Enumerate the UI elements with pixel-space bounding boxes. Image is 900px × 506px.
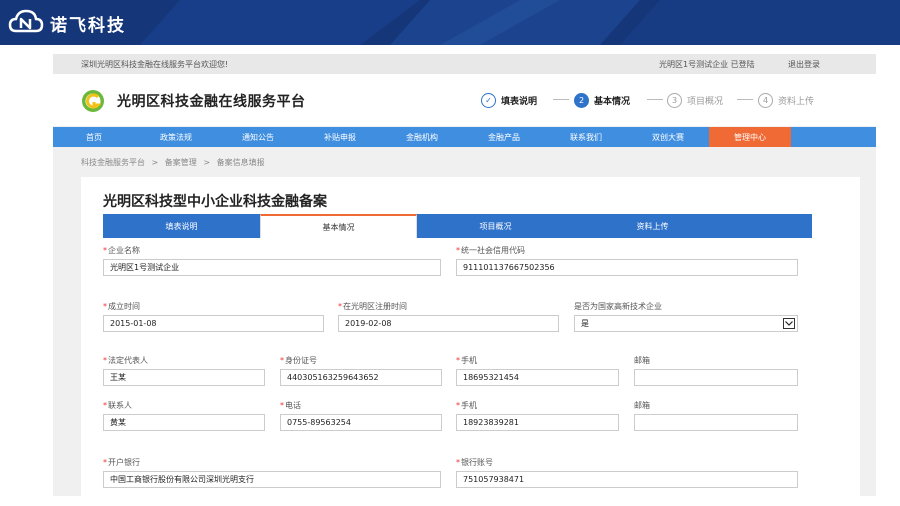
legal-rep-input[interactable]: 王某 — [103, 369, 265, 386]
breadcrumb: 科技金融服务平台 > 备案管理 > 备案信息填报 — [81, 157, 269, 168]
brand-banner: 诺飞科技 — [0, 0, 900, 45]
breadcrumb-separator: > — [151, 158, 159, 167]
bank-input[interactable]: 中国工商银行股份有限公司深圳光明支行 — [103, 471, 441, 488]
brand-name: 诺飞科技 — [50, 16, 126, 36]
hightech-select[interactable]: 是 — [574, 315, 798, 332]
credit-code-input[interactable]: 911101137667502356 — [456, 259, 798, 276]
legal-phone-label: 手机 — [461, 356, 477, 365]
tab-project-overview[interactable]: 项目概况 — [417, 214, 574, 238]
step-number: 2 — [574, 92, 589, 108]
cloud-logo-icon — [8, 9, 44, 33]
tel-label: 电话 — [285, 401, 301, 410]
step-instructions: ✓ 填表说明 — [481, 92, 537, 108]
nav-notices[interactable]: 通知公告 — [217, 127, 299, 147]
id-number-input[interactable]: 440305163259643652 — [280, 369, 442, 386]
step-basic-info: 2 基本情况 — [574, 92, 630, 108]
nav-institutions[interactable]: 金融机构 — [381, 127, 463, 147]
step-connector — [553, 99, 569, 100]
form-tabs: 填表说明 基本情况 项目概况 资料上传 — [103, 214, 812, 238]
site-logo-icon[interactable] — [81, 89, 105, 113]
nav-subsidy[interactable]: 补贴申报 — [299, 127, 381, 147]
breadcrumb-filing[interactable]: 备案管理 — [165, 158, 197, 167]
step-number: 3 — [667, 92, 682, 108]
legal-rep-label: 法定代表人 — [108, 356, 148, 365]
tel-input[interactable]: 0755-89563254 — [280, 414, 442, 431]
contact-label: 联系人 — [108, 401, 132, 410]
contact-phone-input[interactable]: 18923839281 — [456, 414, 619, 431]
company-name-input[interactable]: 光明区1号测试企业 — [103, 259, 441, 276]
contact-input[interactable]: 黄某 — [103, 414, 265, 431]
hightech-label: 是否为国家高新技术企业 — [574, 302, 662, 311]
breadcrumb-current: 备案信息填报 — [216, 158, 265, 167]
step-label: 资料上传 — [778, 96, 815, 107]
tab-upload[interactable]: 资料上传 — [574, 214, 731, 238]
nav-contest[interactable]: 双创大赛 — [627, 127, 709, 147]
hightech-value: 是 — [581, 319, 589, 328]
step-number: 4 — [758, 92, 773, 108]
step-label: 项目概况 — [687, 96, 724, 107]
site-title: 光明区科技金融在线服务平台 — [117, 94, 306, 110]
legal-phone-input[interactable]: 18695321454 — [456, 369, 619, 386]
user-status: 光明区1号测试企业 已登陆 — [659, 60, 755, 69]
founded-date-input[interactable]: 2015-01-08 — [103, 315, 324, 332]
chevron-down-icon[interactable] — [783, 318, 795, 329]
form-title: 光明区科技型中小企业科技金融备案 — [103, 194, 327, 210]
bank-label: 开户银行 — [108, 458, 140, 467]
logout-link[interactable]: 退出登录 — [788, 59, 820, 70]
breadcrumb-platform[interactable]: 科技金融服务平台 — [81, 158, 145, 167]
site-header: 光明区科技金融在线服务平台 ✓ 填表说明 2 基本情况 3 项目概况 4 资料上… — [53, 74, 876, 126]
welcome-text: 深圳光明区科技金融在线服务平台欢迎您! — [81, 60, 229, 69]
welcome-bar: 深圳光明区科技金融在线服务平台欢迎您! 光明区1号测试企业 已登陆 退出登录 — [53, 54, 876, 74]
contact-email-input[interactable] — [634, 414, 798, 431]
banner-decoration — [140, 0, 900, 45]
nav-contact[interactable]: 联系我们 — [545, 127, 627, 147]
main-nav: 首页 政策法规 通知公告 补贴申报 金融机构 金融产品 联系我们 双创大赛 管理… — [53, 127, 876, 147]
account-label: 银行账号 — [461, 458, 493, 467]
legal-email-input[interactable] — [634, 369, 798, 386]
tab-instructions[interactable]: 填表说明 — [103, 214, 260, 238]
check-icon: ✓ — [481, 92, 496, 108]
credit-code-label: 统一社会信用代码 — [461, 246, 525, 255]
step-connector — [647, 99, 663, 100]
breadcrumb-separator: > — [203, 158, 211, 167]
step-label: 填表说明 — [501, 96, 538, 107]
legal-email-label: 邮箱 — [634, 356, 650, 365]
step-project-overview: 3 项目概况 — [667, 92, 723, 108]
step-upload: 4 资料上传 — [758, 92, 814, 108]
nav-home[interactable]: 首页 — [53, 127, 135, 147]
company-name-label: 企业名称 — [108, 246, 140, 255]
form-card: 光明区科技型中小企业科技金融备案 填表说明 基本情况 项目概况 资料上传 *企业… — [81, 177, 860, 496]
registration-date-label: 在光明区注册时间 — [343, 302, 407, 311]
step-connector — [737, 99, 753, 100]
contact-email-label: 邮箱 — [634, 401, 650, 410]
nav-policy[interactable]: 政策法规 — [135, 127, 217, 147]
registration-date-input[interactable]: 2019-02-08 — [338, 315, 559, 332]
account-input[interactable]: 751057938471 — [456, 471, 798, 488]
nav-products[interactable]: 金融产品 — [463, 127, 545, 147]
page-content: 深圳光明区科技金融在线服务平台欢迎您! 光明区1号测试企业 已登陆 退出登录 光… — [53, 54, 876, 496]
founded-date-label: 成立时间 — [108, 302, 140, 311]
nav-management[interactable]: 管理中心 — [709, 127, 791, 147]
step-label: 基本情况 — [594, 96, 631, 107]
tab-basic-info[interactable]: 基本情况 — [260, 214, 417, 238]
id-number-label: 身份证号 — [285, 356, 317, 365]
contact-phone-label: 手机 — [461, 401, 477, 410]
